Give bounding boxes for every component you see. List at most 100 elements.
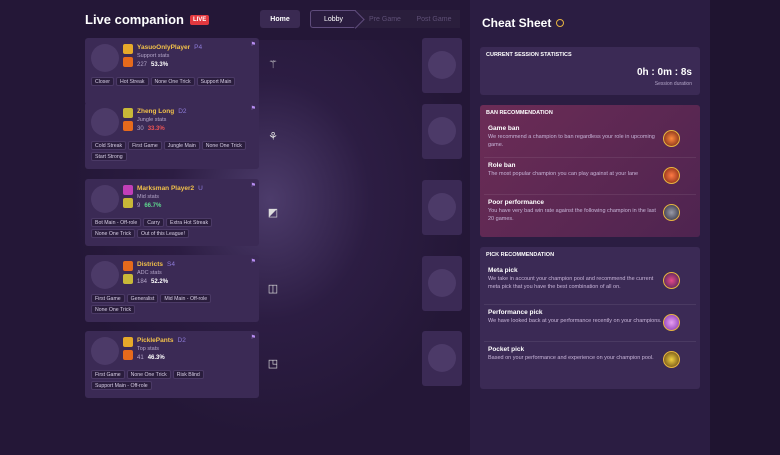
champion-icon[interactable] bbox=[663, 204, 680, 221]
tag: Generalist bbox=[126, 294, 159, 303]
champion-icon[interactable] bbox=[663, 272, 680, 289]
right-strip bbox=[710, 0, 780, 455]
player-name: YasuoOnlyPlayer P4 bbox=[137, 44, 203, 51]
rec-title: Role ban bbox=[488, 162, 516, 169]
rec-desc: We have looked back at your performance … bbox=[488, 318, 662, 324]
rec-title: Performance pick bbox=[488, 309, 543, 316]
avatar bbox=[91, 337, 119, 365]
rec-desc: Based on your performance and experience… bbox=[488, 355, 654, 361]
enemy-avatar bbox=[428, 193, 456, 221]
enemy-slot[interactable] bbox=[422, 180, 462, 235]
tag: None One Trick bbox=[201, 141, 246, 150]
top-lane-icon: ◳ bbox=[267, 357, 279, 370]
spell-icon bbox=[123, 198, 133, 208]
tag: Risk Blind bbox=[172, 370, 204, 379]
page-title-text: Live companion bbox=[85, 12, 184, 27]
flag-icon: ⚑ bbox=[250, 259, 256, 265]
spell-icon bbox=[123, 261, 133, 271]
player-role: Top stats bbox=[137, 346, 160, 352]
tag: Mid Main - Off-role bbox=[160, 294, 212, 303]
live-badge: LIVE bbox=[189, 14, 210, 25]
spell-icon bbox=[123, 274, 133, 284]
tag: Bot Main - Off-role bbox=[91, 218, 142, 227]
enemy-avatar bbox=[428, 344, 456, 372]
step-lobby[interactable]: Lobby bbox=[310, 10, 356, 28]
tag-list: First Game None One Trick Risk Blind Sup… bbox=[91, 370, 255, 390]
home-button[interactable]: Home bbox=[260, 10, 300, 28]
champion-icon[interactable] bbox=[663, 130, 680, 147]
enemy-slot[interactable] bbox=[422, 256, 462, 311]
phase-steps: Lobby Pre Game Post Game bbox=[310, 10, 460, 28]
rec-title: Poor performance bbox=[488, 199, 544, 206]
avatar bbox=[91, 44, 119, 72]
recommendation-item[interactable]: Meta pick We take in account your champi… bbox=[484, 263, 696, 305]
enemy-avatar bbox=[428, 117, 456, 145]
avatar bbox=[91, 185, 119, 213]
tag-list: Closer Hot Streak None One Trick Support… bbox=[91, 77, 255, 86]
bot-lane-icon: ◫ bbox=[267, 282, 279, 295]
enemy-avatar bbox=[428, 269, 456, 297]
player-card[interactable]: ⚑ Zheng Long D2 Jungle stats 30 33.3% Cold… bbox=[85, 102, 259, 169]
player-role: ADC stats bbox=[137, 270, 162, 276]
recommendation-item[interactable]: Poor performance You have very bad win r… bbox=[484, 195, 696, 232]
tag: Carry bbox=[143, 218, 164, 227]
spell-icon bbox=[123, 108, 133, 118]
player-card[interactable]: ⚑ PicklePants D2 Top stats 41 46.3% First … bbox=[85, 331, 259, 398]
tag: First Game bbox=[128, 141, 162, 150]
enemy-slot[interactable] bbox=[422, 331, 462, 386]
summoner-spells bbox=[123, 261, 133, 284]
player-stats: 9 66.7% bbox=[137, 203, 162, 209]
champion-icon[interactable] bbox=[663, 314, 680, 331]
rec-desc: We take in account your champion pool an… bbox=[488, 276, 654, 290]
rec-title: Meta pick bbox=[488, 267, 518, 274]
step-post-game[interactable]: Post Game bbox=[408, 10, 460, 28]
recommendation-item[interactable]: Role ban The most popular champion you c… bbox=[484, 158, 696, 195]
support-lane-icon: ⚚ bbox=[268, 58, 278, 71]
rec-title: Pocket pick bbox=[488, 346, 525, 353]
player-name: PicklePants D2 bbox=[137, 337, 186, 344]
rank-badge: S4 bbox=[167, 261, 175, 268]
spell-icon bbox=[123, 350, 133, 360]
player-stats: 30 33.3% bbox=[137, 126, 165, 132]
tag: None One Trick bbox=[91, 229, 136, 238]
recommendation-item[interactable]: Performance pick We have looked back at … bbox=[484, 305, 696, 342]
cheat-sheet-title: Cheat Sheet bbox=[482, 16, 565, 30]
tag: None One Trick bbox=[126, 370, 171, 379]
section-heading: BAN RECOMMENDATION bbox=[486, 110, 553, 116]
tag: First Game bbox=[91, 370, 125, 379]
tag-list: First Game Generalist Mid Main - Off-rol… bbox=[91, 294, 255, 314]
enemy-slot[interactable] bbox=[422, 38, 462, 93]
tag: Closer bbox=[91, 77, 114, 86]
player-stats: 227 53.3% bbox=[137, 62, 169, 68]
summoner-spells bbox=[123, 337, 133, 360]
session-statistics: CURRENT SESSION STATISTICS 0h : 0m : 8s … bbox=[480, 47, 700, 95]
player-card[interactable]: ⚑ Districts S4 ADC stats 184 52.2% First G… bbox=[85, 255, 259, 322]
tag-list: Bot Main - Off-role Carry Extra Hot Stre… bbox=[91, 218, 255, 238]
status-circle-icon bbox=[556, 19, 565, 27]
tag: Extra Hot Streak bbox=[165, 218, 213, 227]
flag-icon: ⚑ bbox=[250, 106, 256, 112]
spell-icon bbox=[123, 57, 133, 67]
rec-desc: The most popular champion you can play a… bbox=[488, 171, 639, 177]
rank-badge: D2 bbox=[178, 108, 187, 115]
recommendation-item[interactable]: Game ban We recommend a champion to ban … bbox=[484, 121, 696, 158]
player-name: Marksman Player2 U bbox=[137, 185, 203, 192]
tag: Support Main bbox=[196, 77, 236, 86]
rank-badge: P4 bbox=[194, 44, 203, 51]
player-role: Mid stats bbox=[137, 194, 160, 200]
champion-icon[interactable] bbox=[663, 351, 680, 368]
enemy-slot[interactable] bbox=[422, 104, 462, 159]
rec-desc: You have very bad win rate against the f… bbox=[488, 208, 656, 222]
tag: None One Trick bbox=[150, 77, 195, 86]
tag: Hot Streak bbox=[116, 77, 149, 86]
tag: First Game bbox=[91, 294, 125, 303]
tag: None One Trick bbox=[91, 305, 136, 314]
spell-icon bbox=[123, 337, 133, 347]
champion-icon[interactable] bbox=[663, 167, 680, 184]
player-stats: 184 52.2% bbox=[137, 279, 169, 285]
player-card[interactable]: ⚑ Marksman Player2 U Mid stats 9 66.7% Bot… bbox=[85, 179, 259, 246]
player-card[interactable]: ⚑ YasuoOnlyPlayer P4 Support stats 227 53.… bbox=[85, 38, 259, 105]
tag: Cold Streak bbox=[91, 141, 127, 150]
recommendation-item[interactable]: Pocket pick Based on your performance an… bbox=[484, 342, 696, 379]
tag: Out of this League! bbox=[137, 229, 189, 238]
